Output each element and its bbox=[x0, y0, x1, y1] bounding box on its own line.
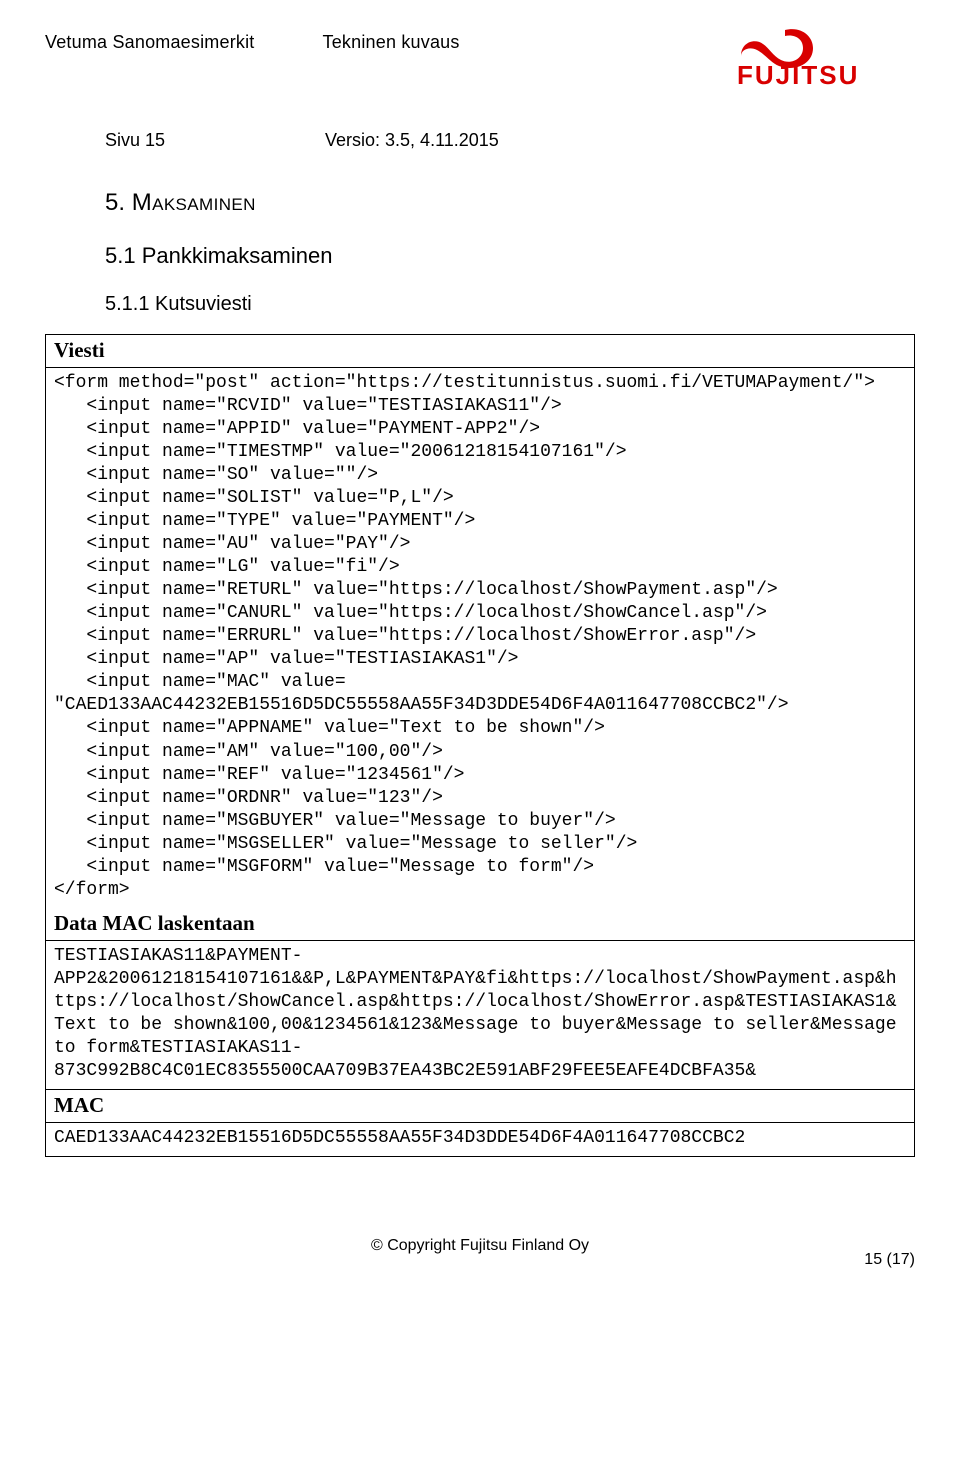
section-number: 5. bbox=[105, 189, 125, 216]
message-box: Viesti <form method="post" action="https… bbox=[45, 334, 915, 1157]
version-label: Versio: 3.5, 4.11.2015 bbox=[325, 130, 499, 151]
doc-title-mid: Tekninen kuvaus bbox=[323, 32, 460, 53]
data-mac-block: TESTIASIAKAS11&PAYMENT-APP2&200612181541… bbox=[46, 941, 914, 1089]
page-number-label: Sivu 15 bbox=[105, 130, 325, 151]
section-heading: 5. Maksaminen bbox=[105, 189, 915, 217]
logo-text: FUJĪTSU bbox=[737, 60, 859, 90]
mac-value: CAED133AAC44232EB15516D5DC55558AA55F34D3… bbox=[46, 1123, 914, 1156]
section-title: Maksaminen bbox=[132, 189, 256, 216]
page-footer: © Copyright Fujitsu Finland Oy 15 (17) bbox=[45, 1237, 915, 1255]
box-label-viesti: Viesti bbox=[46, 335, 914, 368]
fujitsu-logo: FUJĪTSU bbox=[735, 26, 915, 90]
box-label-mac: MAC bbox=[46, 1089, 914, 1123]
box-label-data: Data MAC laskentaan bbox=[46, 908, 914, 941]
document-header: Vetuma Sanomaesimerkit Tekninen kuvaus F… bbox=[45, 32, 915, 90]
copyright: © Copyright Fujitsu Finland Oy bbox=[45, 1237, 915, 1255]
doc-title-left: Vetuma Sanomaesimerkit bbox=[45, 32, 255, 53]
subsubsection-heading: 5.1.1 Kutsuviesti bbox=[105, 293, 915, 316]
code-block: <form method="post" action="https://test… bbox=[46, 368, 914, 908]
subsection-heading: 5.1 Pankkimaksaminen bbox=[105, 243, 915, 269]
footer-page-number: 15 (17) bbox=[864, 1251, 915, 1269]
page-meta: Sivu 15 Versio: 3.5, 4.11.2015 bbox=[105, 130, 915, 151]
